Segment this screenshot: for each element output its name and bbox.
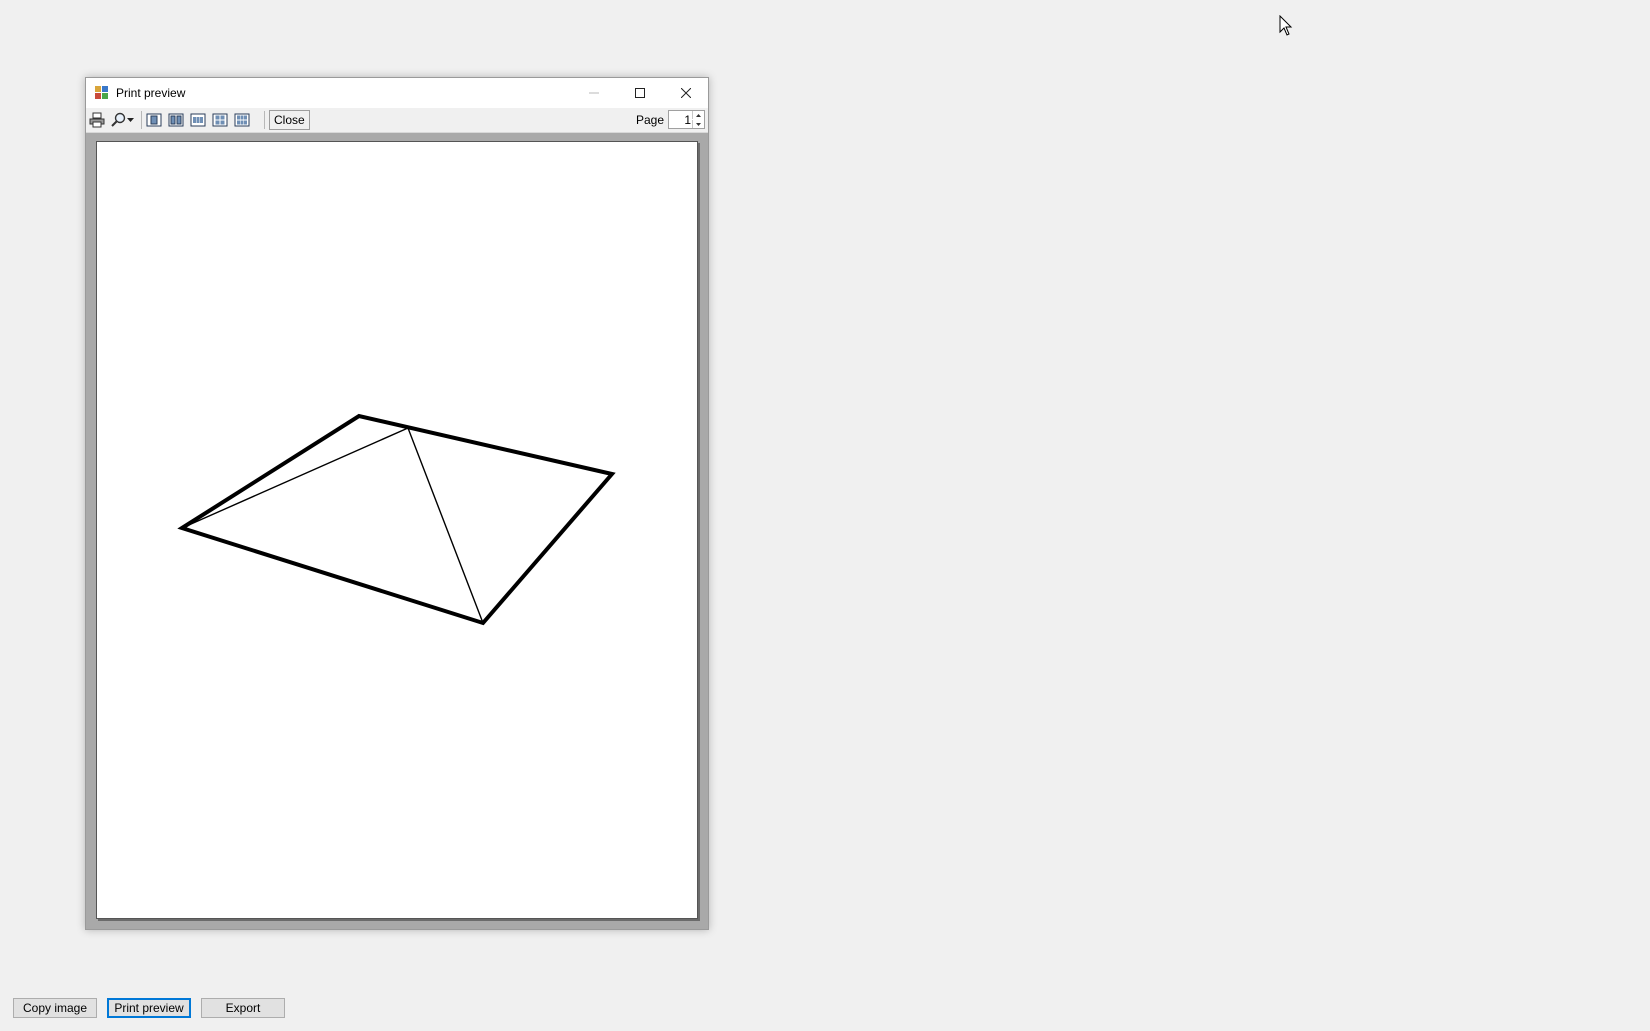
three-pages-button[interactable] [189, 111, 207, 129]
minimize-button[interactable] [571, 78, 617, 108]
close-preview-button[interactable]: Close [269, 110, 310, 130]
zoom-dropdown[interactable] [125, 111, 135, 129]
pyramid-edge-front [407, 427, 484, 624]
print-icon [89, 112, 105, 128]
pyramid-base-outline [177, 413, 616, 626]
desktop: Print preview Close Page 1 Copy image Pr… [0, 0, 1650, 1031]
toolbar-separator [141, 111, 142, 129]
chevron-up-icon [696, 113, 701, 117]
title-bar[interactable]: Print preview [86, 78, 708, 108]
mouse-cursor-icon [1279, 15, 1293, 36]
close-window-button[interactable] [663, 78, 709, 108]
page-number-stepper[interactable] [668, 110, 705, 129]
window-title: Print preview [116, 86, 186, 100]
maximize-icon [635, 88, 645, 98]
minimize-icon [589, 92, 599, 94]
two-pages-icon [168, 113, 184, 127]
maximize-button[interactable] [617, 78, 663, 108]
pyramid-drawing [177, 413, 616, 626]
spin-up-button[interactable] [692, 111, 704, 119]
pyramid-edge-left [181, 427, 409, 529]
four-pages-icon [212, 113, 228, 127]
page-number-input[interactable] [671, 112, 691, 127]
three-pages-icon [190, 113, 206, 127]
six-pages-icon [234, 113, 250, 127]
preview-toolbar: Close Page [86, 108, 708, 133]
one-page-icon [146, 113, 162, 127]
four-pages-button[interactable] [211, 111, 229, 129]
chevron-down-icon [696, 122, 701, 126]
page-label: Page [636, 113, 665, 127]
spin-down-button[interactable] [692, 120, 704, 128]
preview-page [96, 141, 698, 919]
export-button[interactable]: Export [201, 998, 285, 1018]
close-icon [681, 88, 691, 98]
print-preview-button[interactable]: Print preview [107, 998, 191, 1018]
app-icon [95, 86, 108, 99]
six-pages-button[interactable] [233, 111, 251, 129]
print-button[interactable] [88, 111, 106, 129]
copy-image-button[interactable]: Copy image [13, 998, 97, 1018]
toolbar-separator [264, 111, 265, 129]
print-preview-window: Print preview Close Page 1 [85, 77, 709, 930]
two-pages-button[interactable] [167, 111, 185, 129]
chevron-down-icon [126, 118, 134, 122]
preview-area[interactable] [86, 133, 708, 929]
one-page-button[interactable] [145, 111, 163, 129]
